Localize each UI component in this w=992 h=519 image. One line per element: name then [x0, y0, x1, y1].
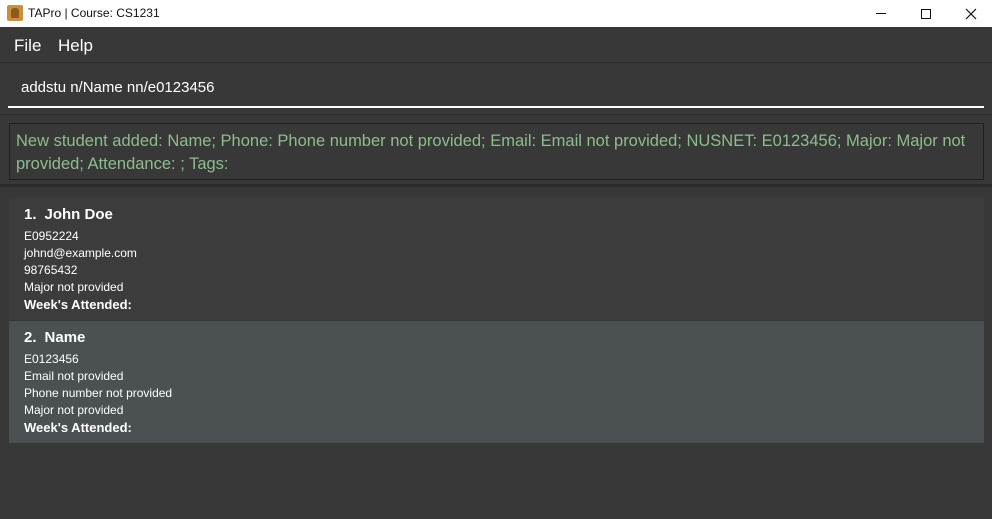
minimize-icon — [876, 13, 886, 14]
student-title: 2. Name — [24, 329, 85, 346]
menu-bar: File Help — [0, 27, 992, 63]
divider — [0, 114, 992, 115]
student-card-selected[interactable]: 2. Name E0123456 Email not provided Phone… — [9, 321, 984, 443]
student-name: Name — [44, 329, 86, 346]
result-display: New student added: Name; Phone: Phone nu… — [9, 123, 984, 180]
student-phone: 98765432 — [24, 263, 78, 277]
app-icon — [7, 5, 23, 21]
student-card[interactable]: 1. John Doe E0952224 johnd@example.com 98… — [9, 198, 984, 320]
menu-help[interactable]: Help — [58, 36, 93, 56]
divider — [0, 184, 992, 187]
student-nusnet: E0123456 — [24, 352, 79, 366]
student-phone: Phone number not provided — [24, 386, 173, 400]
close-icon — [965, 8, 977, 19]
command-box[interactable]: addstu n/Name nn/e0123456 — [8, 70, 984, 108]
student-index: 1. — [24, 206, 37, 223]
student-attendance-label: Week's Attended: — [24, 420, 132, 435]
student-major: Major not provided — [24, 403, 124, 417]
student-email: Email not provided — [24, 369, 124, 383]
result-message: New student added: Name; Phone: Phone nu… — [16, 132, 966, 173]
student-name: John Doe — [44, 206, 113, 223]
student-index: 2. — [24, 329, 37, 346]
student-title: 1. John Doe — [24, 206, 113, 223]
student-email: johnd@example.com — [24, 246, 137, 260]
maximize-button[interactable] — [903, 0, 949, 27]
command-input[interactable]: addstu n/Name nn/e0123456 — [21, 79, 214, 96]
student-major: Major not provided — [24, 280, 124, 294]
menu-file[interactable]: File — [14, 36, 41, 56]
window-title: TAPro | Course: CS1231 — [28, 6, 160, 20]
minimize-button[interactable] — [858, 0, 904, 27]
student-attendance-label: Week's Attended: — [24, 297, 132, 312]
close-button[interactable] — [948, 0, 992, 27]
student-nusnet: E0952224 — [24, 229, 79, 243]
maximize-icon — [921, 8, 931, 19]
title-bar: TAPro | Course: CS1231 — [0, 0, 992, 27]
